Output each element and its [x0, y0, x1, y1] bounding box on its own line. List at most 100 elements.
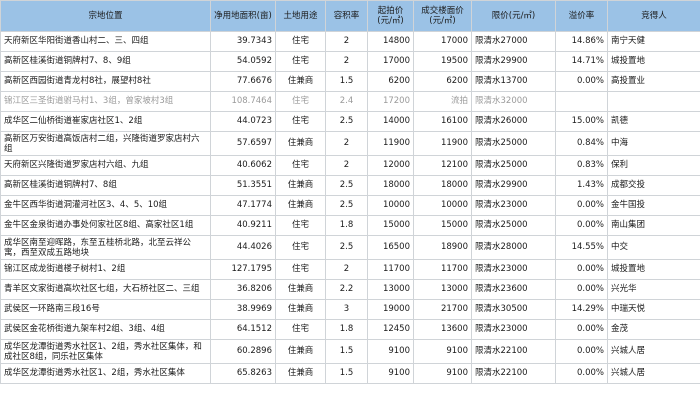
cell-start-price: 18000 — [367, 175, 414, 196]
cell-use: 住兼商 — [275, 131, 326, 156]
cell-limit-price: 限清水30500 — [471, 299, 556, 320]
cell-location: 成华区龙潭街道秀水社区1、2组，秀水社区集体，和成社区8组，同乐社区集体 — [0, 339, 211, 364]
cell-premium: 0.84% — [555, 131, 608, 156]
cell-limit-price: 限清水25000 — [471, 215, 556, 236]
table-row: 成华区南至迎晖路，东至五桂桥北路，北至云祥公寓，西至双成五路地块 44.4026… — [0, 235, 700, 260]
cell-winner: 中瑞天悦 — [607, 299, 700, 320]
cell-winner: 兴城人居 — [607, 363, 700, 384]
table-row: 成华区龙潭街道秀水社区1、2组，秀水社区集体，和成社区8组，同乐社区集体 60.… — [0, 339, 700, 364]
cell-deal-price: 13600 — [413, 319, 472, 340]
cell-use: 住宅 — [275, 111, 326, 132]
cell-area: 47.1774 — [210, 195, 276, 216]
table-row: 金牛区金泉街道办事处何家社区8组、高家社区1组 40.9211 住宅 1.8 1… — [0, 215, 700, 236]
cell-limit-price: 限清水32000 — [471, 91, 556, 112]
cell-use: 住宅 — [275, 31, 326, 52]
cell-limit-price: 限清水29900 — [471, 51, 556, 72]
cell-deal-price: 11900 — [413, 131, 472, 156]
cell-area: 65.8263 — [210, 363, 276, 384]
cell-use: 住兼商 — [275, 195, 326, 216]
header-start-price: 起拍价(元/㎡) — [367, 0, 414, 32]
cell-location: 锦江区成龙街道楼子树村1、2组 — [0, 259, 211, 280]
cell-use: 住兼商 — [275, 299, 326, 320]
cell-location: 成华区二仙桥街道崔家店社区1、2组 — [0, 111, 211, 132]
cell-use: 住宅 — [275, 91, 326, 112]
cell-limit-price: 限清水23600 — [471, 279, 556, 300]
cell-winner: 中海 — [607, 131, 700, 156]
cell-area: 64.1512 — [210, 319, 276, 340]
table-row: 高新区桂溪街道铜牌村7、8、9组 54.0592 住宅 2 17000 1950… — [0, 51, 700, 72]
cell-use: 住宅 — [275, 235, 326, 260]
cell-limit-price: 限清水28000 — [471, 235, 556, 260]
table-row: 成华区龙潭街道秀水社区1、2组，秀水社区集体 65.8263 住兼商 1.5 9… — [0, 363, 700, 384]
cell-winner: 金茂 — [607, 319, 700, 340]
cell-area: 60.2896 — [210, 339, 276, 364]
cell-far: 2 — [325, 259, 368, 280]
cell-limit-price: 限清水27000 — [471, 31, 556, 52]
cell-limit-price: 限清水13700 — [471, 71, 556, 92]
cell-winner: 南宁天健 — [607, 31, 700, 52]
cell-use: 住宅 — [275, 215, 326, 236]
cell-winner: 兴城人居 — [607, 339, 700, 364]
table-row: 高新区桂溪街道铜牌村7、8组 51.3551 住兼商 2.5 18000 180… — [0, 175, 700, 196]
cell-location: 锦江区三圣街道驸马村1、3组，曾家坡村3组 — [0, 91, 211, 112]
cell-use: 住兼商 — [275, 363, 326, 384]
cell-start-price: 9100 — [367, 339, 414, 364]
cell-use: 住宅 — [275, 319, 326, 340]
cell-deal-price: 17000 — [413, 31, 472, 52]
header-winner: 竞得人 — [607, 0, 700, 32]
cell-area: 44.0723 — [210, 111, 276, 132]
cell-limit-price: 限清水22100 — [471, 339, 556, 364]
cell-start-price: 13000 — [367, 279, 414, 300]
cell-deal-price: 9100 — [413, 339, 472, 364]
cell-far: 1.8 — [325, 215, 368, 236]
cell-premium: 0.00% — [555, 319, 608, 340]
cell-far: 1.8 — [325, 319, 368, 340]
cell-far: 2.5 — [325, 175, 368, 196]
cell-limit-price: 限清水23000 — [471, 195, 556, 216]
cell-start-price: 11900 — [367, 131, 414, 156]
cell-start-price: 17200 — [367, 91, 414, 112]
cell-limit-price: 限清水25000 — [471, 155, 556, 176]
cell-far: 2.2 — [325, 279, 368, 300]
cell-use: 住宅 — [275, 51, 326, 72]
cell-start-price: 11700 — [367, 259, 414, 280]
cell-premium: 0.00% — [555, 195, 608, 216]
cell-deal-price: 流拍 — [413, 91, 472, 112]
cell-premium — [555, 91, 608, 112]
cell-use: 住兼商 — [275, 71, 326, 92]
cell-location: 武侯区金花桥街道九架车村2组、3组、4组 — [0, 319, 211, 340]
cell-far: 2.5 — [325, 235, 368, 260]
cell-start-price: 19000 — [367, 299, 414, 320]
cell-start-price: 10000 — [367, 195, 414, 216]
cell-limit-price: 限清水22100 — [471, 363, 556, 384]
land-auction-table: 宗地位置 净用地面积(亩) 土地用途 容积率 起拍价(元/㎡) 成交楼面价(元/… — [0, 0, 700, 384]
cell-use: 住宅 — [275, 259, 326, 280]
cell-winner: 保利 — [607, 155, 700, 176]
cell-far: 2.4 — [325, 91, 368, 112]
cell-start-price: 12450 — [367, 319, 414, 340]
cell-location: 金牛区金泉街道办事处何家社区8组、高家社区1组 — [0, 215, 211, 236]
cell-area: 39.7343 — [210, 31, 276, 52]
cell-winner: 城投置地 — [607, 51, 700, 72]
cell-limit-price: 限清水23000 — [471, 259, 556, 280]
cell-location: 高新区西园街道青龙村8社，展望村8社 — [0, 71, 211, 92]
cell-far: 1.5 — [325, 339, 368, 364]
table-row: 武侯区一环路南三段16号 38.9969 住兼商 3 19000 21700 限… — [0, 299, 700, 320]
cell-use: 住宅 — [275, 155, 326, 176]
table-row: 天府新区兴隆街道罗家店村六组、九组 40.6062 住宅 2 12000 121… — [0, 155, 700, 176]
cell-limit-price: 限清水25000 — [471, 131, 556, 156]
cell-start-price: 14000 — [367, 111, 414, 132]
cell-limit-price: 限清水26000 — [471, 111, 556, 132]
cell-location: 天府新区兴隆街道罗家店村六组、九组 — [0, 155, 211, 176]
cell-premium: 14.86% — [555, 31, 608, 52]
cell-location: 天府新区华阳街道香山村二、三、四组 — [0, 31, 211, 52]
cell-start-price: 14800 — [367, 31, 414, 52]
cell-premium: 0.00% — [555, 215, 608, 236]
cell-far: 2 — [325, 31, 368, 52]
cell-deal-price: 9100 — [413, 363, 472, 384]
cell-location: 金牛区西华街道洞灌河社区3、4、5、10组 — [0, 195, 211, 216]
cell-area: 44.4026 — [210, 235, 276, 260]
cell-deal-price: 16100 — [413, 111, 472, 132]
cell-location: 成华区南至迎晖路，东至五桂桥北路，北至云祥公寓，西至双成五路地块 — [0, 235, 211, 260]
cell-start-price: 6200 — [367, 71, 414, 92]
